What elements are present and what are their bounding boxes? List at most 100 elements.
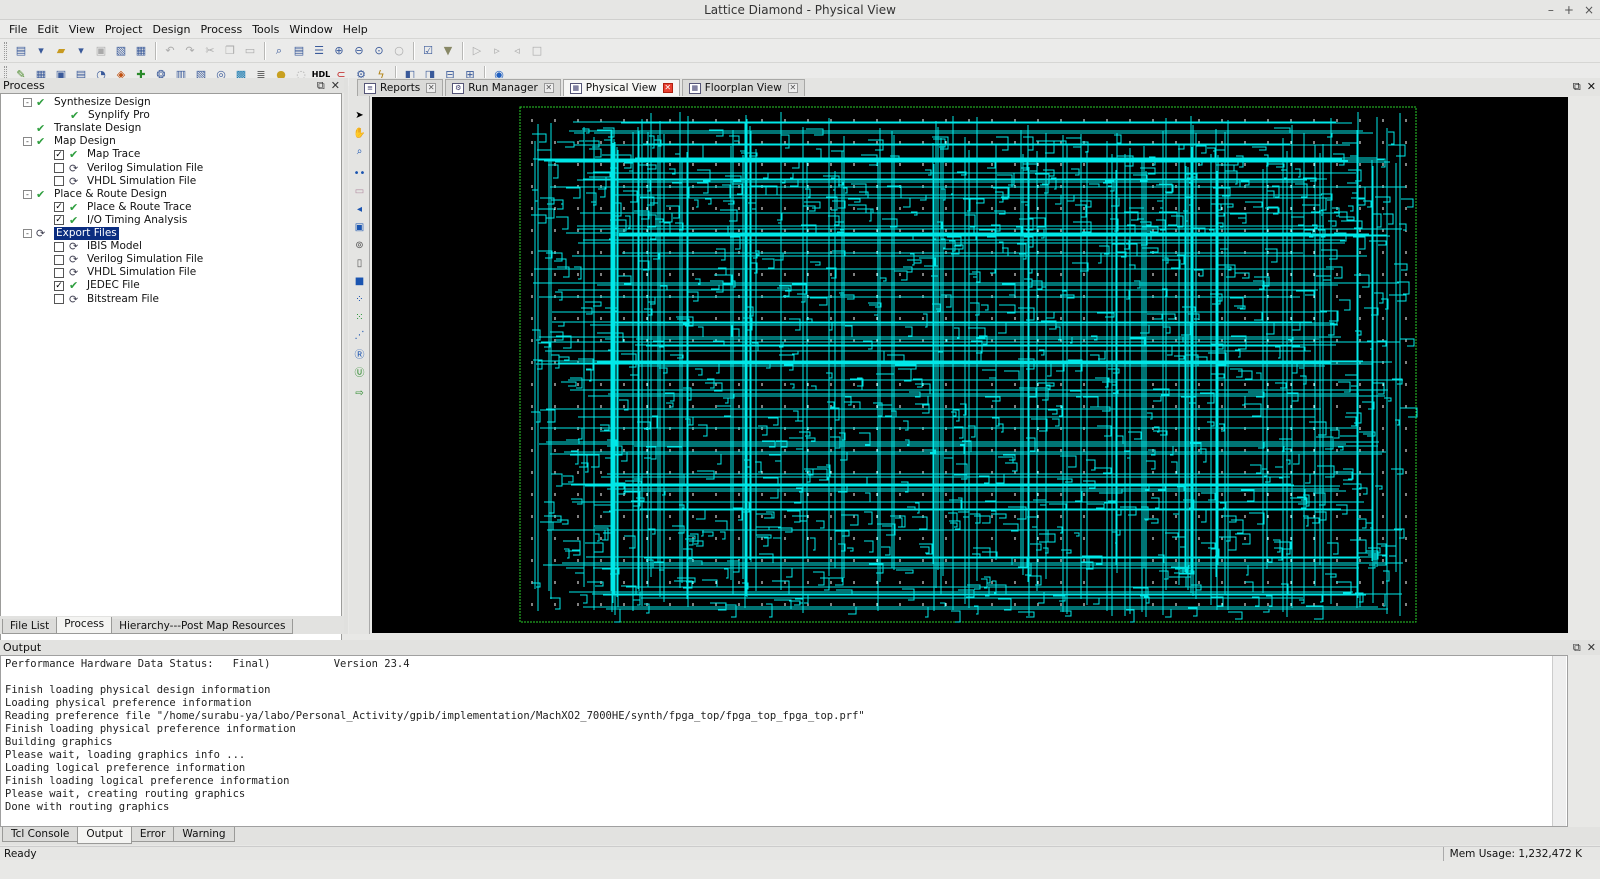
- download-icon[interactable]: ▼: [439, 42, 457, 60]
- tab-run-manager[interactable]: ⚙ Run Manager ✕: [445, 79, 561, 96]
- float-icon[interactable]: ⧉: [317, 78, 325, 93]
- checkbox[interactable]: ✓: [54, 215, 64, 226]
- process-tree-item[interactable]: ⟳ Bitstream File: [54, 293, 159, 306]
- tab-reports[interactable]: ≡ Reports ✕: [357, 79, 444, 96]
- ruler-icon[interactable]: ▭: [352, 184, 367, 199]
- open-folder-icon[interactable]: ▰: [52, 42, 70, 60]
- collapse-icon[interactable]: -: [23, 98, 32, 107]
- close-icon[interactable]: ✕: [331, 78, 340, 93]
- route-icon[interactable]: ⁙: [352, 310, 367, 325]
- close-tab-icon[interactable]: ✕: [543, 83, 554, 93]
- slice-icon[interactable]: ▯: [352, 256, 367, 271]
- menu-file[interactable]: File: [4, 23, 32, 36]
- menu-view[interactable]: View: [64, 23, 100, 36]
- save-all-icon[interactable]: ▧: [112, 42, 130, 60]
- tab-floorplan-view[interactable]: ▦ Floorplan View ✕: [681, 79, 805, 96]
- zoom-fit-icon[interactable]: ⊙: [370, 42, 388, 60]
- redo-icon[interactable]: ↷: [181, 42, 199, 60]
- checkbox[interactable]: ✓: [54, 149, 64, 160]
- checkbox[interactable]: ✓: [54, 202, 64, 213]
- rerun-icon[interactable]: ◃: [508, 42, 526, 60]
- u-icon[interactable]: Ⓤ: [352, 364, 367, 379]
- new-file-icon[interactable]: ▤: [12, 42, 30, 60]
- select-pointer-icon[interactable]: ➤: [352, 108, 367, 123]
- process-tree-item[interactable]: ✔ Synplify Pro: [54, 109, 150, 122]
- list-icon[interactable]: ☰: [310, 42, 328, 60]
- process-tree-item[interactable]: ⟳ Verilog Simulation File: [54, 162, 203, 175]
- tab-hierarchy[interactable]: Hierarchy---Post Map Resources: [111, 619, 294, 634]
- zoom-area-icon[interactable]: ○: [390, 42, 408, 60]
- copy-icon[interactable]: ❐: [221, 42, 239, 60]
- process-tree-item[interactable]: ✓ ✔ Place & Route Trace: [54, 201, 191, 214]
- process-tree-item[interactable]: ⟳ VHDL Simulation File: [54, 175, 196, 188]
- process-tree-item[interactable]: ⟳ Verilog Simulation File: [54, 253, 203, 266]
- tab-process[interactable]: Process: [56, 617, 113, 634]
- find-icon[interactable]: ⌕: [270, 42, 288, 60]
- paste-icon[interactable]: ▭: [241, 42, 259, 60]
- output-scrollbar[interactable]: [1552, 656, 1566, 826]
- process-tree-item[interactable]: ⟳ VHDL Simulation File: [54, 266, 196, 279]
- process-tree-item[interactable]: - ✔ Synthesize Design: [23, 96, 151, 109]
- checkbox[interactable]: [54, 254, 64, 265]
- print-icon[interactable]: ▦: [132, 42, 150, 60]
- menu-process[interactable]: Process: [195, 23, 247, 36]
- dropdown-arrow-icon[interactable]: ▾: [32, 42, 50, 60]
- collapse-icon[interactable]: -: [23, 137, 32, 147]
- tab-output[interactable]: Output: [77, 827, 132, 844]
- menu-help[interactable]: Help: [338, 23, 373, 36]
- tab-tcl-console[interactable]: Tcl Console: [2, 827, 79, 842]
- menu-design[interactable]: Design: [147, 23, 195, 36]
- toolbar-grip[interactable]: [4, 41, 7, 60]
- process-tree-item[interactable]: ✔ Translate Design: [23, 122, 141, 135]
- process-tree-item[interactable]: ✓ ✔ Map Trace: [54, 148, 140, 161]
- stop-icon[interactable]: □: [528, 42, 546, 60]
- maximize-button[interactable]: +: [1564, 0, 1574, 20]
- step-icon[interactable]: ▹: [488, 42, 506, 60]
- export-icon[interactable]: ⇨: [352, 386, 367, 401]
- tab-file-list[interactable]: File List: [2, 619, 58, 634]
- undo-icon[interactable]: ↶: [161, 42, 179, 60]
- checkbox[interactable]: ✓: [54, 280, 64, 291]
- checkbox[interactable]: [54, 241, 64, 252]
- close-tab-icon[interactable]: ✕: [787, 83, 798, 93]
- run-icon[interactable]: ▷: [468, 42, 486, 60]
- net-icon[interactable]: ⁘: [352, 292, 367, 307]
- float-icon[interactable]: ⧉: [1573, 80, 1581, 94]
- connect-icon[interactable]: ⋰: [352, 328, 367, 343]
- table-icon[interactable]: ▤: [290, 42, 308, 60]
- menu-window[interactable]: Window: [284, 23, 337, 36]
- output-log[interactable]: Performance Hardware Data Status: Final)…: [0, 655, 1568, 827]
- collapse-icon[interactable]: -: [23, 189, 32, 199]
- close-window-button[interactable]: ×: [1584, 0, 1594, 20]
- tab-warning[interactable]: Warning: [173, 827, 235, 842]
- close-tab-icon[interactable]: ✕: [426, 83, 437, 93]
- block-icon[interactable]: ■: [352, 274, 367, 289]
- close-tab-icon[interactable]: ✕: [662, 83, 673, 93]
- save-icon[interactable]: ▣: [92, 42, 110, 60]
- zoom-out-icon[interactable]: ⊖: [350, 42, 368, 60]
- tab-error[interactable]: Error: [130, 827, 175, 842]
- dropdown-arrow-icon[interactable]: ▾: [72, 42, 90, 60]
- checkbox[interactable]: [54, 294, 64, 304]
- process-tree-item[interactable]: - ✔ Map Design: [23, 135, 116, 148]
- float-icon[interactable]: ⧉: [1573, 640, 1581, 655]
- close-icon[interactable]: ✕: [1587, 640, 1596, 655]
- process-tree-item[interactable]: ✓ ✔ I/O Timing Analysis: [54, 214, 187, 227]
- process-tree-item[interactable]: ⟳ IBIS Model: [54, 240, 142, 253]
- minimize-button[interactable]: –: [1548, 0, 1554, 20]
- checklist-icon[interactable]: ☑: [419, 42, 437, 60]
- checkbox[interactable]: [54, 163, 64, 173]
- zoom-icon[interactable]: ⌕: [352, 144, 367, 159]
- pan-hand-icon[interactable]: ✋: [352, 126, 367, 141]
- dots-icon[interactable]: ••: [352, 166, 367, 181]
- menu-edit[interactable]: Edit: [32, 23, 63, 36]
- zoom-in-icon[interactable]: ⊕: [330, 42, 348, 60]
- menu-project[interactable]: Project: [100, 23, 148, 36]
- r-icon[interactable]: Ⓡ: [352, 346, 367, 361]
- node-icon[interactable]: ⊚: [352, 238, 367, 253]
- left-arrow-icon[interactable]: ◂: [352, 202, 367, 217]
- close-icon[interactable]: ✕: [1587, 80, 1596, 94]
- process-tree-item[interactable]: ✓ ✔ JEDEC File: [54, 279, 140, 292]
- panel-splitter[interactable]: [344, 78, 348, 634]
- checkbox[interactable]: [54, 267, 64, 278]
